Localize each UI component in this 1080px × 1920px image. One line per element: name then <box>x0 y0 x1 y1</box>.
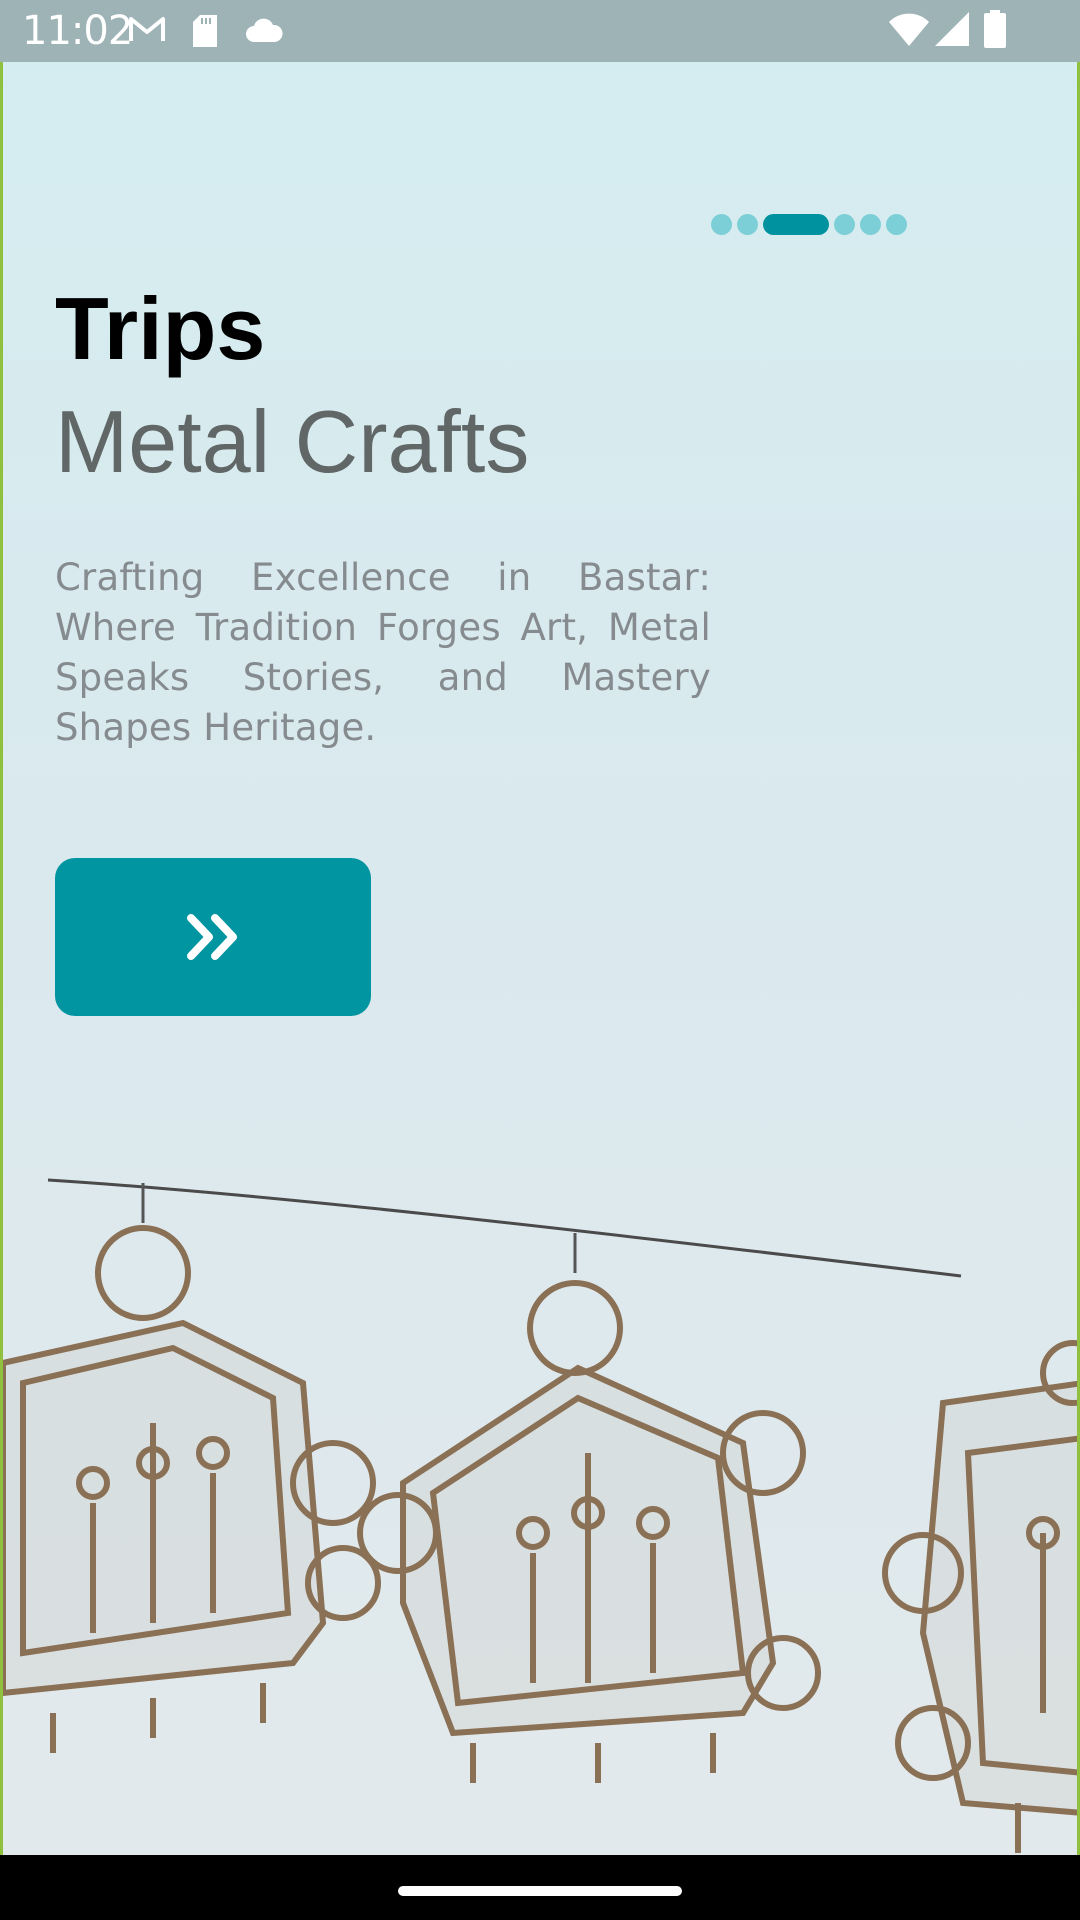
craft-right <box>882 1340 1077 1853</box>
gmail-icon <box>129 17 165 41</box>
home-gesture-handle[interactable] <box>398 1886 682 1896</box>
page-dot <box>886 213 907 235</box>
metal-crafts-illustration <box>3 1178 1077 1853</box>
craft-left <box>3 1183 381 1753</box>
slide-subtitle: Metal Crafts <box>55 392 530 491</box>
cloud-icon <box>246 18 283 42</box>
slide-description: Crafting Excellence in Bastar: Where Tra… <box>55 556 711 749</box>
status-time: 11:02 <box>22 8 133 54</box>
onboarding-screen: Trips Metal Crafts Crafting Excellence i… <box>0 0 1080 1855</box>
page-dot <box>834 213 855 235</box>
page-dot <box>711 213 732 235</box>
page-indicator <box>711 213 907 235</box>
double-chevron-right-icon <box>187 914 237 960</box>
battery-icon <box>984 10 1006 48</box>
sd-card-icon <box>193 15 217 47</box>
wifi-icon <box>889 13 929 46</box>
page-dot <box>737 213 758 235</box>
page-dot <box>860 213 881 235</box>
status-bar: 11:02 <box>0 0 1080 62</box>
next-button[interactable] <box>55 858 371 1016</box>
page-dot-active <box>763 213 829 235</box>
slide-title: Trips <box>55 279 266 378</box>
craft-middle <box>357 1233 821 1783</box>
cell-signal-icon <box>935 12 969 46</box>
